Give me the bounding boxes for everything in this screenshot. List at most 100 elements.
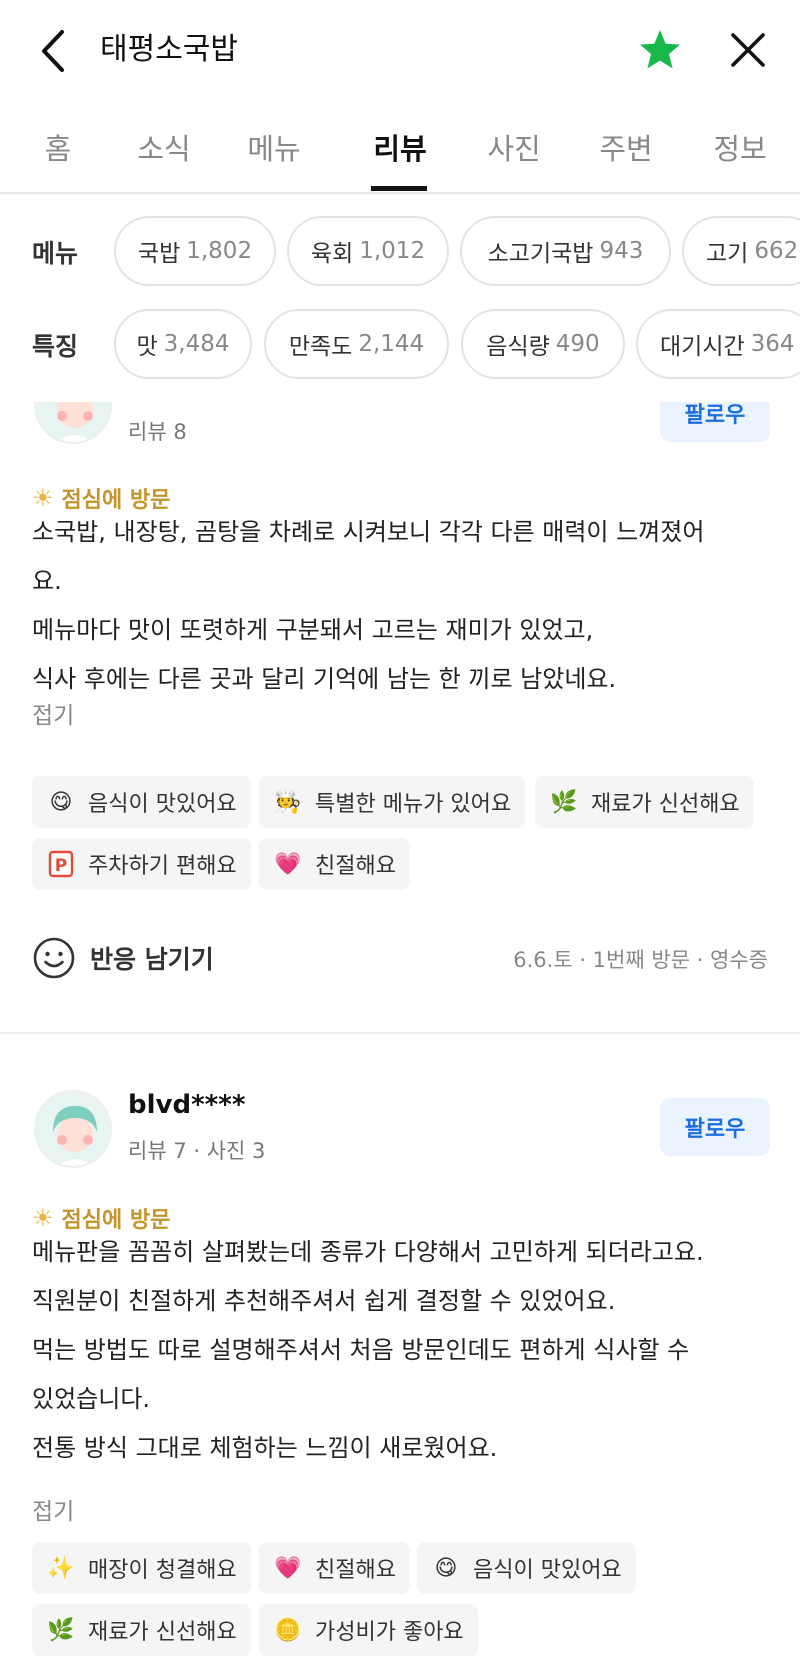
review-line: 요. [32, 567, 62, 595]
tab-reviews[interactable]: 리뷰 [373, 126, 426, 168]
tag-label: 친절해요 [315, 1558, 396, 1583]
review-tag: 🧑‍🍳 특별한 메뉴가 있어요 [259, 776, 526, 828]
tag-label: 특별한 메뉴가 있어요 [315, 792, 512, 817]
back-button[interactable] [30, 26, 76, 76]
feature-chip[interactable]: 맛 3,484 [114, 309, 252, 379]
chip-name: 만족도 [288, 334, 353, 360]
smile-outline-icon [33, 937, 75, 979]
tab-photos[interactable]: 사진 [487, 126, 540, 168]
chip-name: 맛 [136, 334, 158, 360]
star-icon [640, 30, 680, 69]
tab-menu[interactable]: 메뉴 [247, 126, 300, 168]
avatar-icon [53, 1106, 97, 1166]
follow-button[interactable]: 팔로우 [660, 1098, 770, 1156]
chip-name: 대기시간 [660, 334, 745, 360]
chevron-left-icon [42, 30, 64, 72]
feature-chip[interactable]: 대기시간 364 [636, 309, 800, 379]
review-line: 메뉴마다 맛이 또렷하게 구분돼서 고르는 재미가 있었고, [32, 616, 594, 644]
divider [0, 1032, 800, 1034]
tag-label: 매장이 청결해요 [88, 1558, 237, 1583]
review-line: 있었습니다. [32, 1385, 151, 1413]
tab-nearby[interactable]: 주변 [599, 126, 652, 168]
close-icon [731, 33, 765, 67]
heart-icon: 💗 [274, 1555, 302, 1581]
review-count: 리뷰 7 · 사진 3 [128, 1139, 266, 1163]
chip-count: 662 [754, 238, 799, 264]
nickname[interactable]: blvd**** [128, 1090, 245, 1120]
chip-count: 1,012 [359, 238, 426, 264]
tag-label: 가성비가 좋아요 [315, 1620, 464, 1645]
tag-label: 재료가 신선해요 [88, 1620, 237, 1645]
react-label: 반응 남기기 [90, 945, 214, 974]
chip-name: 국밥 [137, 241, 181, 267]
chip-count: 3,484 [163, 331, 230, 357]
review-tag: P 주차하기 편해요 [32, 838, 251, 890]
fold-button[interactable]: 접기 [32, 1492, 74, 1526]
chip-name: 육회 [310, 241, 354, 267]
parking-icon: P [46, 849, 76, 879]
chef-icon: 🧑‍🍳 [274, 789, 302, 815]
review-body: 소국밥, 내장탕, 곰탕을 차례로 시켜보니 각각 다른 매력이 느껴졌어 요.… [32, 508, 772, 704]
tag-label: 재료가 신선해요 [591, 792, 740, 817]
menu-chip[interactable]: 국밥 1,802 [114, 216, 276, 286]
leaf-icon: 🌿 [47, 1617, 75, 1643]
review-tag: 🪙 가성비가 좋아요 [259, 1604, 478, 1656]
leaf-icon: 🌿 [550, 789, 578, 815]
review-line: 먹는 방법도 따로 설명해주셔서 처음 방문인데도 편하게 식사할 수 [32, 1336, 690, 1364]
menu-filter-row: 메뉴 국밥 1,802 육회 1,012 소고기국밥 943 고기 662 [0, 216, 800, 292]
review-line: 메뉴판을 꼼꼼히 살펴봤는데 종류가 다양해서 고민하게 되더라고요. [32, 1238, 704, 1266]
coin-icon: 🪙 [274, 1617, 302, 1643]
menu-chip[interactable]: 육회 1,012 [287, 216, 449, 286]
fold-button[interactable]: 접기 [32, 696, 74, 730]
chip-count: 1,802 [186, 238, 253, 264]
review-line: 직원분이 친절하게 추천해주셔서 쉽게 결정할 수 있었어요. [32, 1287, 616, 1315]
feature-chip[interactable]: 만족도 2,144 [264, 309, 449, 379]
review-line: 식사 후에는 다른 곳과 달리 기억에 남는 한 끼로 남았네요. [32, 665, 617, 693]
svg-text:P: P [55, 856, 67, 876]
chip-count: 490 [555, 331, 600, 357]
chip-name: 음식량 [486, 334, 550, 360]
tag-label: 친절해요 [315, 854, 396, 879]
avatar-icon [55, 402, 95, 442]
tag-label: 음식이 맛있어요 [473, 1558, 622, 1583]
menu-chip[interactable]: 소고기국밥 943 [460, 216, 671, 286]
chip-count: 364 [750, 331, 795, 357]
active-tab-indicator [371, 186, 427, 191]
review-line: 소국밥, 내장탕, 곰탕을 차례로 시켜보니 각각 다른 매력이 느껴졌어 [32, 518, 705, 546]
review-tag: ✨ 매장이 청결해요 [32, 1542, 251, 1594]
heart-icon: 💗 [274, 851, 302, 877]
review-tag: 🌿 재료가 신선해요 [32, 1604, 251, 1656]
review-line: 전통 방식 그대로 체험하는 느낌이 새로웠어요. [32, 1434, 498, 1462]
tag-label: 음식이 맛있어요 [88, 792, 237, 817]
chip-name: 소고기국밥 [487, 241, 594, 267]
page-title: 태평소국밥 [100, 32, 238, 67]
review-tag: 😋 음식이 맛있어요 [32, 776, 251, 828]
tab-bar: 홈 소식 메뉴 리뷰 사진 주변 정보 [0, 108, 800, 194]
chip-name: 고기 [706, 241, 749, 267]
menu-filter-label: 메뉴 [32, 239, 79, 268]
tab-home[interactable]: 홈 [45, 126, 72, 168]
review-count: 리뷰 8 [128, 420, 187, 444]
review-tag: 💗 친절해요 [259, 838, 410, 890]
review-tag: 💗 친절해요 [259, 1542, 410, 1594]
sparkle-icon: ✨ [47, 1555, 75, 1581]
favorite-button[interactable] [636, 26, 684, 74]
tab-news[interactable]: 소식 [137, 126, 190, 168]
menu-chip[interactable]: 고기 662 [682, 216, 800, 286]
smile-emoji-icon: 😋 [49, 789, 73, 815]
chip-count: 943 [599, 238, 644, 264]
header: 태평소국밥 [0, 0, 800, 100]
feature-filter-label: 특징 [32, 332, 79, 361]
tab-info[interactable]: 정보 [713, 126, 766, 168]
follow-button[interactable]: 팔로우 [660, 402, 770, 442]
close-button[interactable] [724, 26, 772, 74]
react-button[interactable]: 반응 남기기 [32, 934, 214, 982]
review-body: 메뉴판을 꼼꼼히 살펴봤는데 종류가 다양해서 고민하게 되더라고요. 직원분이… [32, 1228, 772, 1473]
smile-emoji-icon: 😋 [434, 1555, 458, 1581]
feature-chip[interactable]: 음식량 490 [461, 309, 625, 379]
avatar [34, 1090, 112, 1168]
chip-count: 2,144 [358, 331, 425, 357]
avatar [34, 402, 112, 444]
visit-info: 6.6.토 · 1번째 방문 · 영수증 [513, 948, 768, 972]
tag-label: 주차하기 편해요 [88, 854, 237, 879]
